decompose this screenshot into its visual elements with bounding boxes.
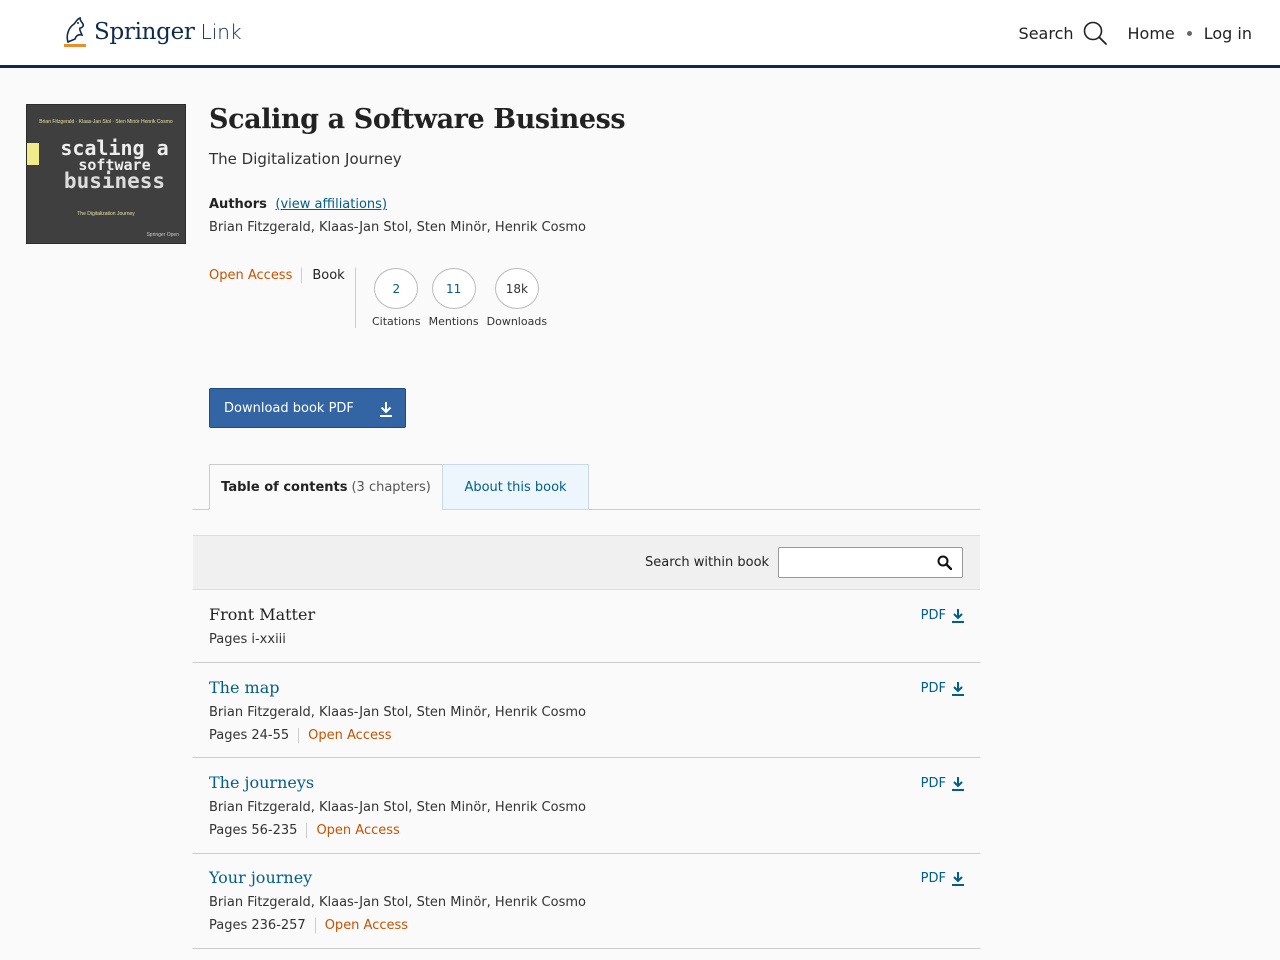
list-item: The journeys Brian Fitzgerald, Klaas-Jan… [193,758,980,854]
tab-toc-label: Table of contents [221,479,348,495]
chapter-meta: Pages 24-55 Open Access [209,728,392,743]
cover-authors: Brian Fitzgerald · Klaas-Jan Stol · Sten… [39,119,173,125]
cover-title-line-3: business [63,169,166,194]
open-access-badge: Open Access [316,823,400,838]
cover-subtitle: The Digitalization Journey [77,211,135,217]
chapter-meta: Pages 56-235 Open Access [209,823,400,838]
pdf-label: PDF [920,681,946,696]
open-access-badge: Open Access [324,918,409,933]
download-icon [380,402,392,417]
pdf-label: PDF [920,608,946,623]
metric-downloads-label: Downloads [486,315,548,328]
chapter-pages: Pages i-xxiii [209,632,286,647]
book-meta: Open Access Book [209,268,345,283]
book-title: Scaling a Software Business [209,104,626,135]
chapter-pdf-link[interactable]: PDF [921,871,964,886]
metric-citations-label: Citations [372,315,421,328]
tab-table-of-contents[interactable]: Table of contents (3 chapters) [209,464,443,510]
login-link[interactable]: Log in [1204,24,1252,43]
chapter-pdf-link[interactable]: PDF [921,776,964,791]
chapter-pdf-link[interactable]: PDF [921,608,964,623]
chapter-pages: Pages 236-257 [209,918,316,933]
authors-heading: Authors (view affiliations) [209,197,387,212]
home-link[interactable]: Home [1128,24,1175,43]
pdf-label: PDF [920,871,946,886]
authors-label: Authors [209,197,267,212]
pdf-label: PDF [920,776,946,791]
chapter-authors: Brian Fitzgerald, Klaas-Jan Stol, Sten M… [209,800,586,815]
open-access-badge: Open Access [308,728,392,743]
metric-downloads-value: 18k [494,268,539,309]
list-item: Your journey Brian Fitzgerald, Klaas-Jan… [193,854,980,949]
download-icon [952,777,964,791]
chapter-title-link[interactable]: The journeys [209,773,314,792]
open-access-badge: Open Access [209,268,303,283]
chapter-pdf-link[interactable]: PDF [921,681,964,696]
springer-horse-icon [64,16,86,47]
download-icon [952,609,964,623]
download-book-pdf-button[interactable]: Download book PDF [209,388,406,428]
metric-citations-value: 2 [374,268,419,309]
site-header: Springer Link Search Home Log in [0,0,1280,68]
metric-mentions[interactable]: 11 Mentions [429,268,479,328]
metric-mentions-value: 11 [431,268,476,309]
search-within-book-label: Search within book [645,555,770,570]
chapter-title-link[interactable]: The map [209,678,279,697]
top-nav: Search Home Log in [1019,20,1252,46]
chapter-authors: Brian Fitzgerald, Klaas-Jan Stol, Sten M… [209,895,586,910]
cover-title: scaling a software business [47,138,182,194]
search-nav-button[interactable]: Search [1019,20,1108,46]
chapter-pages: Pages 56-235 [209,823,308,838]
nav-separator-dot [1186,30,1192,36]
download-book-pdf-label: Download book PDF [224,400,354,416]
view-affiliations-link[interactable]: (view affiliations) [275,197,387,212]
tab-toc-count: (3 chapters) [351,479,431,495]
search-icon [1083,21,1107,45]
book-subtitle: The Digitalization Journey [209,150,402,168]
book-authors: Brian Fitzgerald, Klaas-Jan Stol, Sten M… [209,220,586,235]
tab-about-this-book[interactable]: About this book [442,464,589,510]
metric-mentions-label: Mentions [428,315,479,328]
book-cover: Brian Fitzgerald · Klaas-Jan Stol · Sten… [26,104,186,244]
chapter-title-link[interactable]: Your journey [209,868,312,887]
chapter-meta: Pages 236-257 Open Access [209,918,408,933]
search-within-book-input[interactable] [778,547,963,578]
metrics: 2 Citations 11 Mentions 18k Downloads [355,268,547,328]
cover-publisher: Springer Open [146,232,179,238]
metric-downloads: 18k Downloads [487,268,547,328]
download-icon [952,682,964,696]
logo-link-word: Link [200,20,242,44]
list-item: Front Matter Pages i-xxiii PDF [193,590,980,663]
list-item: The map Brian Fitzgerald, Klaas-Jan Stol… [193,663,980,758]
logo-springer-word: Springer [94,19,195,45]
cover-accent-bar [27,143,39,165]
content-type: Book [312,268,345,283]
metric-citations[interactable]: 2 Citations [372,268,421,328]
search-within-book: Search within book [193,535,980,590]
download-icon [952,872,964,886]
chapter-title: Front Matter [209,605,316,624]
search-icon[interactable] [937,555,952,570]
springer-link-logo[interactable]: Springer Link [62,16,242,48]
search-nav-label: Search [1018,23,1074,43]
chapter-pages: Pages 24-55 [209,728,300,743]
chapter-authors: Brian Fitzgerald, Klaas-Jan Stol, Sten M… [209,705,586,720]
